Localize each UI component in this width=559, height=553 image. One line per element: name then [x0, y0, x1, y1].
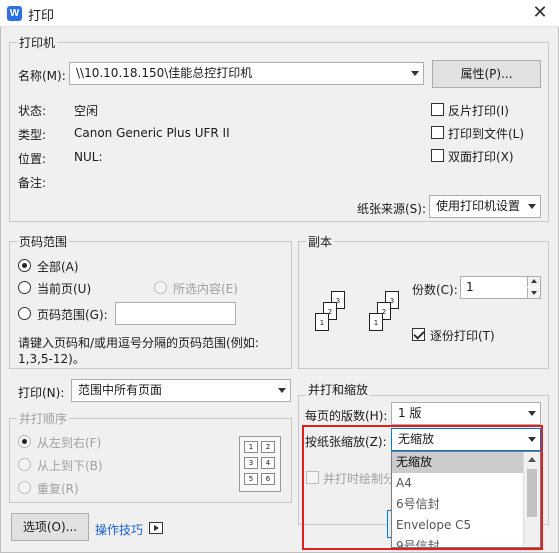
copies-title: 副本 — [306, 233, 335, 250]
range-all-radio[interactable] — [18, 259, 31, 272]
page-range-title: 页码范围 — [17, 233, 70, 250]
page-range-hint-line2: 1,3,5-12)。 — [18, 352, 85, 366]
zoom-group-title: 并打和缩放 — [306, 381, 371, 398]
video-icon[interactable] — [149, 522, 163, 534]
print-what-value: 范围中所有页面 — [78, 383, 163, 397]
page-range-hint-line1: 请键入页码和/或用逗号分隔的页码范围(例如: — [18, 336, 259, 350]
order-cell: 6 — [261, 473, 275, 485]
reverse-print-checkbox[interactable] — [431, 103, 444, 116]
order-cell: 2 — [261, 441, 275, 453]
order-ttb-radio — [18, 458, 31, 471]
range-current-label[interactable]: 当前页(U) — [37, 280, 91, 297]
order-ltr-label: 从左到右(F) — [37, 436, 102, 450]
printer-name-value: \\10.10.18.150\佳能总控打印机 — [76, 66, 253, 80]
chevron-down-icon — [278, 388, 286, 393]
highlight-annotation — [302, 425, 543, 550]
stepper-up-icon[interactable] — [527, 277, 540, 287]
properties-button[interactable]: 属性(P)... — [432, 60, 541, 88]
order-ltr-radio — [18, 435, 31, 448]
order-preview-icon: 1 2 3 4 5 6 — [239, 436, 281, 492]
collate-checkbox[interactable] — [412, 328, 425, 341]
range-all-label[interactable]: 全部(A) — [37, 258, 79, 275]
type-label: 类型: — [18, 128, 47, 142]
print-what-select[interactable]: 范围中所有页面 — [71, 379, 291, 402]
wps-app-icon: W — [7, 6, 22, 21]
type-value: Canon Generic Plus UFR II — [74, 126, 230, 140]
title-bar: W 打印 ✕ — [0, 0, 559, 27]
paper-source-label: 纸张来源(S): — [357, 202, 427, 216]
order-repeat-radio — [18, 481, 31, 494]
chevron-down-icon — [411, 71, 419, 76]
page-range-input[interactable] — [115, 302, 236, 325]
tips-link[interactable]: 操作技巧 — [95, 521, 143, 538]
collate-label[interactable]: 逐份打印(T) — [430, 327, 495, 344]
printer-name-select[interactable]: \\10.10.18.150\佳能总控打印机 — [69, 62, 424, 85]
print-what-label: 打印(N): — [18, 386, 65, 400]
print-to-file-label[interactable]: 打印到文件(L) — [448, 125, 524, 142]
range-selection-label: 所选内容(E) — [173, 282, 238, 296]
status-value: 空闲 — [74, 104, 99, 118]
printer-name-label: 名称(M): — [18, 69, 66, 83]
copies-count-value: 1 — [466, 280, 474, 294]
order-ttb-label: 从上到下(B) — [37, 459, 103, 473]
pages-per-sheet-select[interactable]: 1 版 — [391, 402, 541, 425]
printer-group-title: 打印机 — [17, 34, 58, 51]
window-title: 打印 — [28, 9, 55, 24]
duplex-label[interactable]: 双面打印(X) — [448, 148, 514, 165]
status-label: 状态: — [18, 104, 47, 118]
pages-per-sheet-value: 1 版 — [398, 406, 422, 420]
location-value: NUL: — [74, 150, 103, 164]
copy-page-icon: 1 — [369, 313, 383, 331]
chevron-down-icon — [528, 411, 536, 416]
options-button[interactable]: 选项(O)... — [11, 513, 89, 541]
paper-source-value: 使用打印机设置 — [436, 199, 521, 213]
order-cell: 5 — [244, 473, 258, 485]
chevron-down-icon — [528, 204, 536, 209]
reverse-print-label[interactable]: 反片打印(I) — [448, 102, 509, 119]
copies-count-label: 份数(C): — [412, 283, 458, 297]
copy-page-icon: 1 — [315, 313, 329, 331]
duplex-checkbox[interactable] — [431, 149, 444, 162]
print-order-title: 并打顺序 — [17, 410, 70, 427]
print-to-file-checkbox[interactable] — [431, 126, 444, 139]
order-repeat-label: 重复(R) — [37, 482, 79, 496]
copies-count-stepper[interactable]: 1 — [460, 276, 541, 299]
close-icon[interactable]: ✕ — [526, 1, 554, 25]
order-cell: 4 — [261, 457, 275, 469]
pages-per-sheet-label: 每页的版数(H): — [305, 409, 388, 423]
location-label: 位置: — [18, 152, 47, 166]
range-current-radio[interactable] — [18, 281, 31, 294]
paper-source-select[interactable]: 使用打印机设置 — [429, 195, 541, 218]
comment-label: 备注: — [18, 176, 47, 190]
order-cell: 3 — [244, 457, 258, 469]
range-pages-radio[interactable] — [18, 307, 31, 320]
range-selection-radio — [154, 281, 167, 294]
order-cell: 1 — [244, 441, 258, 453]
range-pages-label[interactable]: 页码范围(G): — [37, 306, 108, 323]
stepper-down-icon[interactable] — [527, 288, 540, 298]
